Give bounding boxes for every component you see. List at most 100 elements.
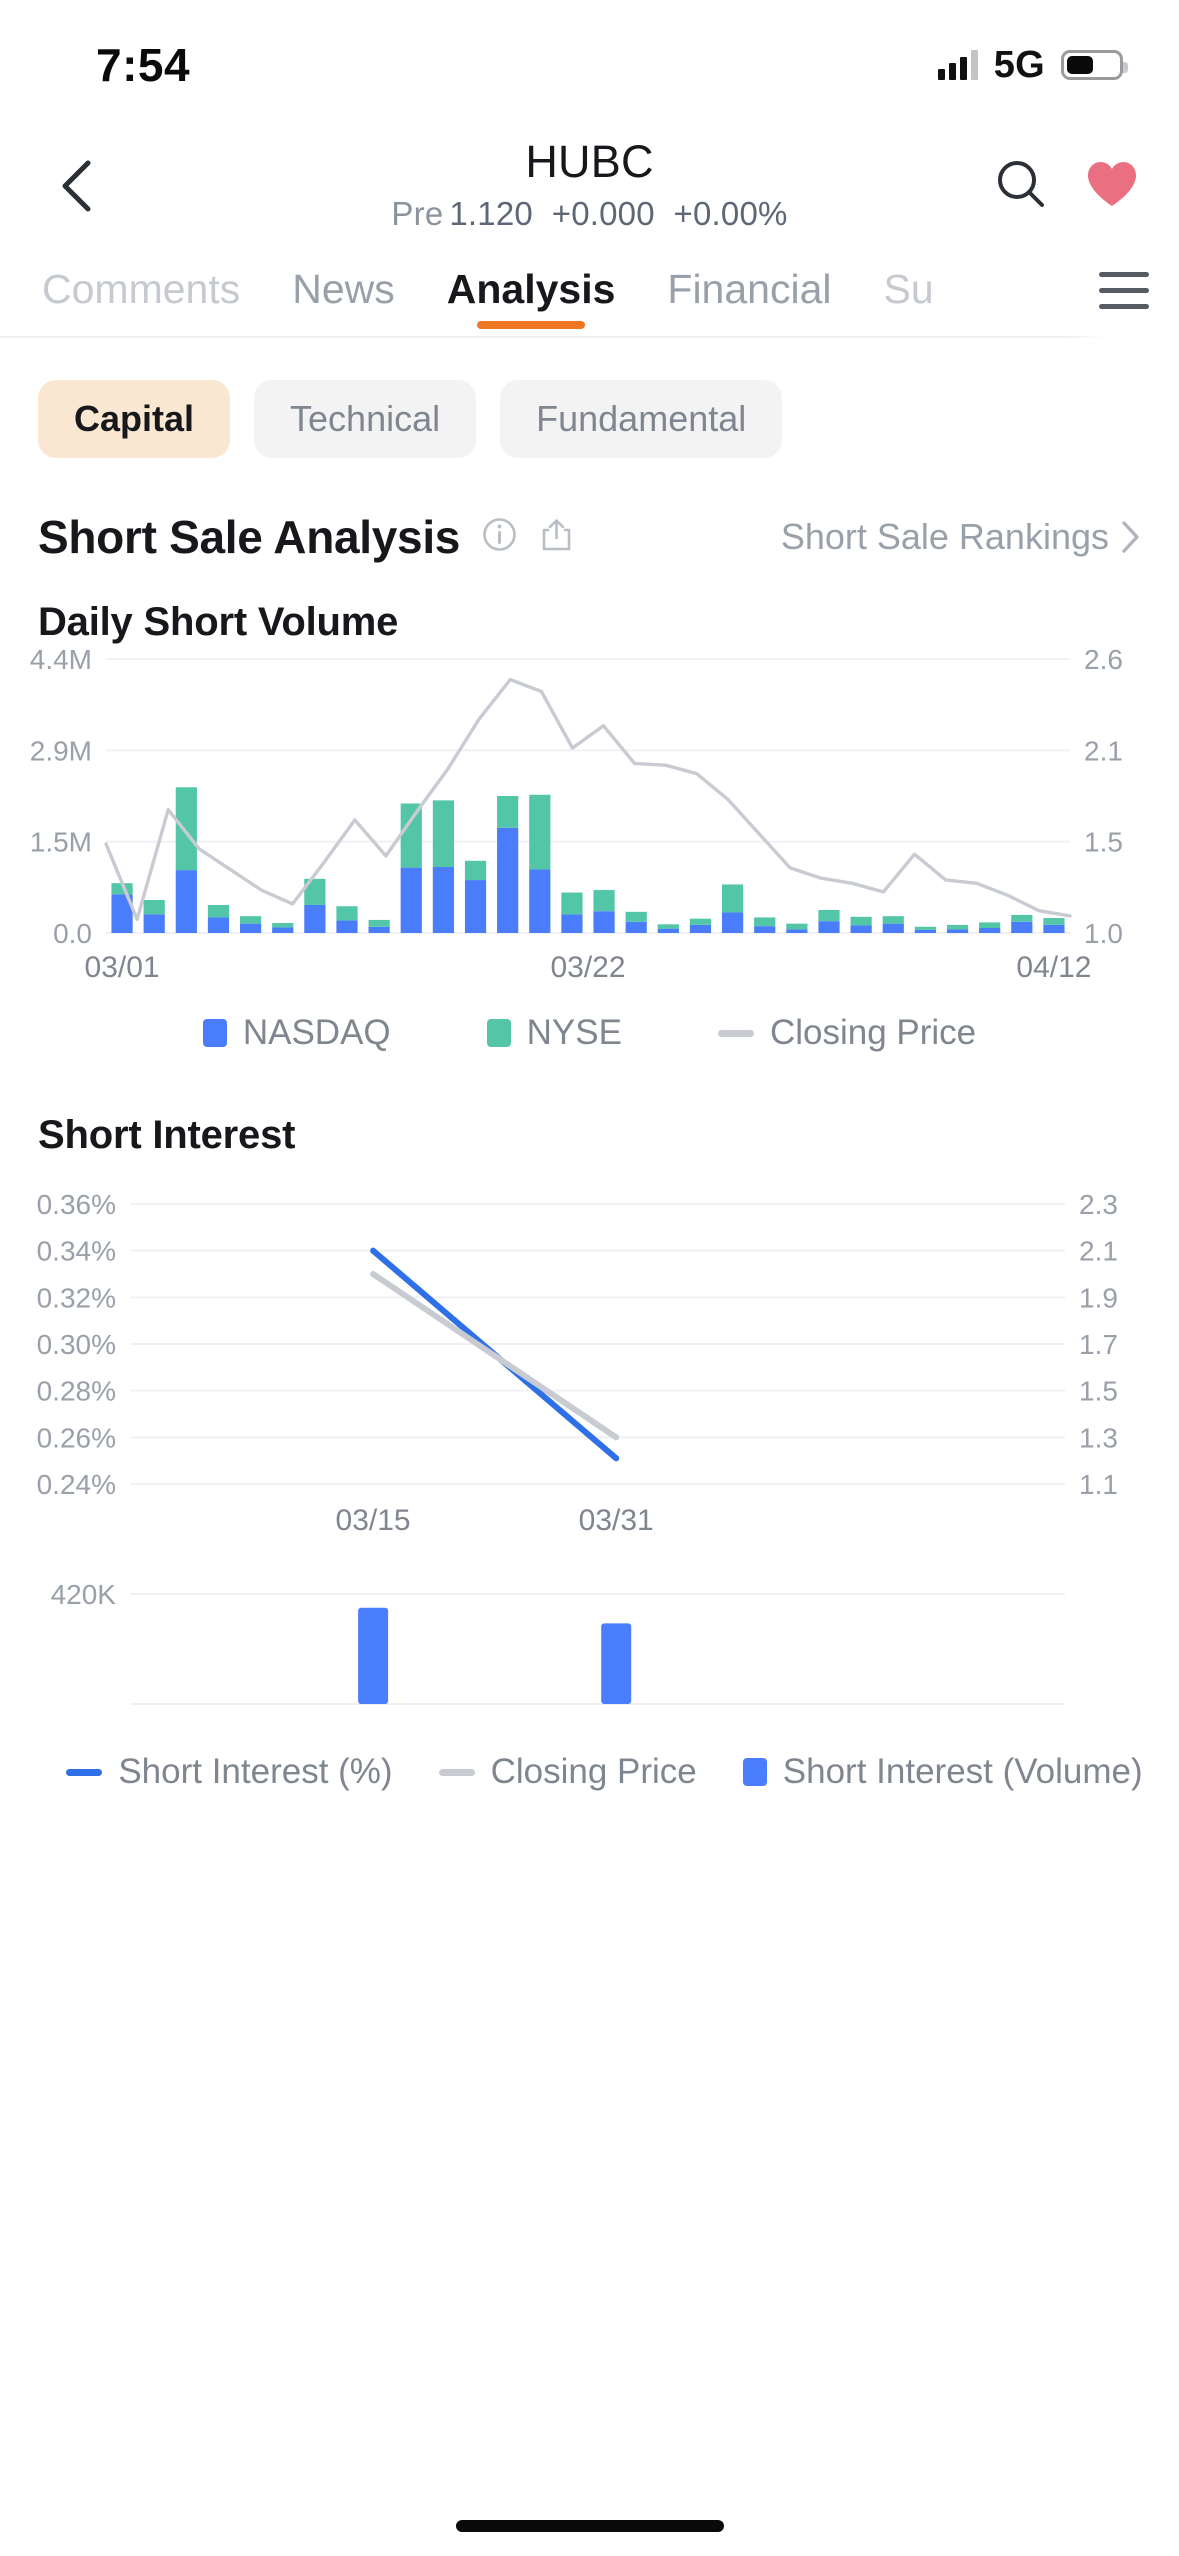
info-button[interactable] xyxy=(482,517,517,557)
legend-item-short-interest-pct: Short Interest (%) xyxy=(66,1752,393,1792)
chevron-left-icon xyxy=(62,160,91,212)
favorite-button[interactable] xyxy=(1085,159,1139,214)
legend-label-short-interest-pct: Short Interest (%) xyxy=(118,1752,393,1791)
svg-text:03/15: 03/15 xyxy=(336,1504,411,1537)
nav-bar: HUBC Pre 1.120 +0.000 +0.00% xyxy=(0,130,1179,242)
svg-text:1.9: 1.9 xyxy=(1079,1282,1118,1313)
short-sale-analysis-header: Short Sale Analysis Short Sale Rankings xyxy=(0,458,1179,564)
legend-item-short-interest-volume: Short Interest (Volume) xyxy=(742,1752,1143,1792)
battery-icon xyxy=(1061,50,1128,80)
svg-text:1.3: 1.3 xyxy=(1079,1422,1118,1453)
short-interest-legend: Short Interest (%) Closing Price Short I… xyxy=(0,1734,1179,1792)
svg-text:2.3: 2.3 xyxy=(1079,1189,1118,1220)
legend-label-nyse: NYSE xyxy=(526,1013,622,1052)
legend-label-short-interest-volume: Short Interest (Volume) xyxy=(782,1752,1143,1791)
svg-text:1.1: 1.1 xyxy=(1079,1469,1118,1500)
quote-summary: Pre 1.120 +0.000 +0.00% xyxy=(391,195,787,233)
svg-text:03/31: 03/31 xyxy=(579,1504,654,1537)
session-label: Pre xyxy=(391,195,444,232)
tab-financial[interactable]: Financial xyxy=(641,241,857,337)
quote-change: +0.000 xyxy=(551,195,655,232)
svg-text:2.9M: 2.9M xyxy=(30,735,92,766)
legend-swatch-closing-price xyxy=(717,1029,754,1037)
category-chips: Capital Technical Fundamental xyxy=(0,338,1179,458)
legend-label-closing-price: Closing Price xyxy=(769,1013,977,1052)
cellular-signal-icon xyxy=(937,50,978,80)
daily-short-volume-chart[interactable]: 0.0 1.0 1.5M 1.5 2.9M 2.1 4.4M 2.6 03/01 03/22 04/… xyxy=(0,645,1179,995)
status-time: 7:54 xyxy=(96,39,191,91)
legend-swatch-nasdaq xyxy=(202,1019,227,1047)
tab-news[interactable]: News xyxy=(266,241,421,337)
heart-icon xyxy=(1088,161,1136,206)
daily-short-volume-legend: NASDAQ NYSE Closing Price xyxy=(0,995,1179,1053)
svg-text:1.7: 1.7 xyxy=(1079,1329,1118,1360)
search-icon xyxy=(998,160,1044,207)
tab-comments[interactable]: Comments xyxy=(16,241,266,337)
svg-text:420K: 420K xyxy=(51,1579,117,1610)
svg-text:0.24%: 0.24% xyxy=(37,1469,116,1500)
app-screen: 7:54 5G HUBC Pre 1.120 +0.000 +0.00% Com… xyxy=(0,0,1179,2556)
svg-text:03/01: 03/01 xyxy=(85,951,160,984)
section-title: Short Sale Analysis xyxy=(38,511,461,563)
short-sale-rankings-label: Short Sale Rankings xyxy=(780,516,1109,557)
tab-summary[interactable]: Su xyxy=(858,241,960,337)
share-button[interactable] xyxy=(539,517,574,557)
daily-short-volume-title: Daily Short Volume xyxy=(38,600,399,644)
hamburger-menu-icon xyxy=(1099,271,1149,309)
svg-text:1.5: 1.5 xyxy=(1079,1376,1118,1407)
nav-actions xyxy=(995,158,1139,215)
svg-text:0.36%: 0.36% xyxy=(37,1189,116,1220)
share-icon xyxy=(542,519,571,551)
legend-swatch-short-interest-volume xyxy=(742,1758,767,1786)
svg-text:0.28%: 0.28% xyxy=(37,1376,116,1407)
svg-text:0.0: 0.0 xyxy=(53,918,92,949)
chip-fundamental[interactable]: Fundamental xyxy=(500,380,783,458)
short-interest-title: Short Interest xyxy=(38,1113,296,1157)
section-header-icons xyxy=(482,517,574,557)
tabs-menu-button[interactable] xyxy=(1069,242,1179,338)
svg-text:0.32%: 0.32% xyxy=(37,1282,116,1313)
status-indicators: 5G xyxy=(937,43,1128,87)
back-button[interactable] xyxy=(40,151,110,221)
section-tabs: Comments News Analysis Financial Su xyxy=(0,242,1179,338)
svg-text:2.1: 2.1 xyxy=(1079,1236,1118,1267)
network-type-label: 5G xyxy=(993,43,1045,86)
svg-text:2.1: 2.1 xyxy=(1084,735,1123,766)
legend-swatch-nyse xyxy=(486,1019,511,1047)
short-interest-chart[interactable]: 0.24% 1.1 0.26% 1.3 0.28% 1.5 0.30% 1.7 0.32% 1.9… xyxy=(0,1158,1179,1564)
legend-item-closing-price: Closing Price xyxy=(717,1013,977,1053)
short-interest-volume-chart[interactable]: 420K xyxy=(0,1564,1179,1734)
svg-text:4.4M: 4.4M xyxy=(30,645,92,675)
svg-text:2.6: 2.6 xyxy=(1084,645,1123,675)
svg-text:03/22: 03/22 xyxy=(550,951,625,984)
info-circle-icon xyxy=(483,518,516,551)
svg-text:0.34%: 0.34% xyxy=(37,1236,116,1267)
legend-label-closing-price-2: Closing Price xyxy=(490,1752,697,1791)
legend-swatch-closing-price-2 xyxy=(438,1768,475,1776)
chip-technical[interactable]: Technical xyxy=(254,380,477,458)
search-button[interactable] xyxy=(995,158,1047,215)
chip-capital[interactable]: Capital xyxy=(38,380,231,458)
home-indicator xyxy=(455,2520,724,2532)
legend-item-nasdaq: NASDAQ xyxy=(202,1013,391,1053)
svg-text:1.0: 1.0 xyxy=(1084,918,1123,949)
legend-swatch-short-interest-pct xyxy=(66,1768,103,1776)
quote-change-percent: +0.00% xyxy=(673,195,788,232)
legend-label-nasdaq: NASDAQ xyxy=(242,1013,391,1052)
chevron-right-icon xyxy=(1122,521,1139,553)
short-interest-line-svg: 0.24% 1.1 0.26% 1.3 0.28% 1.5 0.30% 1.7 0.32% 1.9… xyxy=(37,1189,1118,1537)
svg-text:1.5: 1.5 xyxy=(1084,827,1123,858)
short-sale-rankings-link[interactable]: Short Sale Rankings xyxy=(781,516,1141,558)
daily-short-volume-svg: 0.0 1.0 1.5M 1.5 2.9M 2.1 4.4M 2.6 03/01 03/22 04/… xyxy=(30,645,1123,984)
page-title: HUBC xyxy=(525,136,654,187)
legend-item-nyse: NYSE xyxy=(486,1013,622,1053)
svg-text:0.30%: 0.30% xyxy=(37,1329,116,1360)
svg-text:1.5M: 1.5M xyxy=(30,827,92,858)
legend-item-closing-price-2: Closing Price xyxy=(438,1752,697,1792)
svg-text:0.26%: 0.26% xyxy=(37,1422,116,1453)
short-interest-volume-svg: 420K xyxy=(51,1579,1065,1705)
status-bar: 7:54 5G xyxy=(0,0,1179,130)
svg-text:04/12: 04/12 xyxy=(1016,951,1091,984)
tab-analysis[interactable]: Analysis xyxy=(421,241,642,337)
quote-price: 1.120 xyxy=(449,195,533,232)
